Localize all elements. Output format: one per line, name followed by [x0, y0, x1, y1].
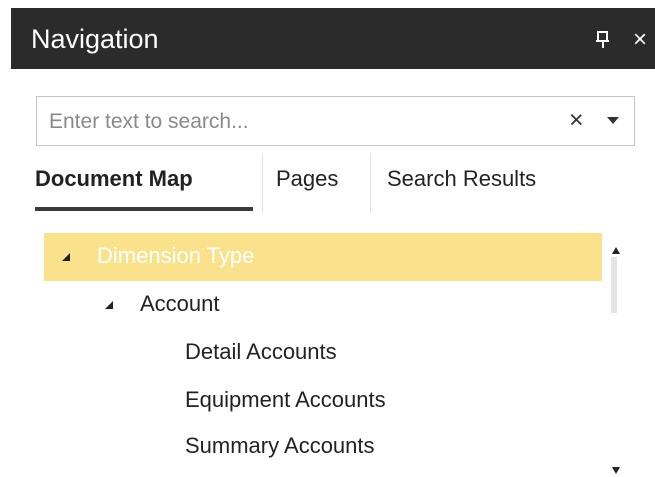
tab-pages[interactable]: Pages	[276, 166, 338, 192]
pin-icon[interactable]	[594, 30, 614, 50]
clear-search-icon[interactable]: ×	[569, 107, 591, 133]
tree-item-detail-accounts[interactable]: Detail Accounts	[44, 329, 602, 377]
tree-item-label: Detail Accounts	[185, 339, 337, 364]
tree-item-label: Account	[140, 291, 220, 316]
tree-item-summary-accounts[interactable]: Summary Accounts	[44, 423, 602, 471]
chevron-down-icon[interactable]	[605, 113, 621, 127]
expand-arrow-icon[interactable]	[61, 249, 71, 261]
scrollbar-thumb[interactable]	[611, 257, 617, 313]
tab-document-map[interactable]: Document Map	[35, 166, 193, 192]
panel-title: Navigation	[31, 24, 159, 54]
expand-arrow-icon[interactable]	[104, 297, 114, 309]
scroll-up-icon[interactable]	[612, 241, 620, 254]
tab-divider	[370, 154, 371, 212]
tree-item-account[interactable]: Account	[44, 281, 602, 329]
tree-item-label: Equipment Accounts	[185, 387, 386, 412]
tab-divider	[262, 154, 263, 212]
tree-item-label: Dimension Type	[97, 243, 255, 268]
scroll-down-icon[interactable]	[612, 461, 620, 474]
search-input[interactable]	[47, 105, 551, 139]
panel-titlebar: Navigation ×	[11, 8, 655, 69]
navigation-panel: Navigation × × Document Map Pages Search…	[0, 0, 655, 477]
tree-item-label: Summary Accounts	[185, 433, 375, 458]
tree-item-equipment-accounts[interactable]: Equipment Accounts	[44, 377, 602, 425]
vertical-scrollbar[interactable]	[605, 233, 627, 474]
active-tab-indicator	[35, 207, 253, 211]
close-icon[interactable]: ×	[633, 28, 653, 52]
document-map-tree: Dimension Type Account Detail Accounts E…	[44, 233, 602, 468]
tree-item-dimension-type[interactable]: Dimension Type	[44, 233, 602, 281]
search-box: ×	[36, 96, 635, 146]
tab-search-results[interactable]: Search Results	[387, 166, 536, 192]
